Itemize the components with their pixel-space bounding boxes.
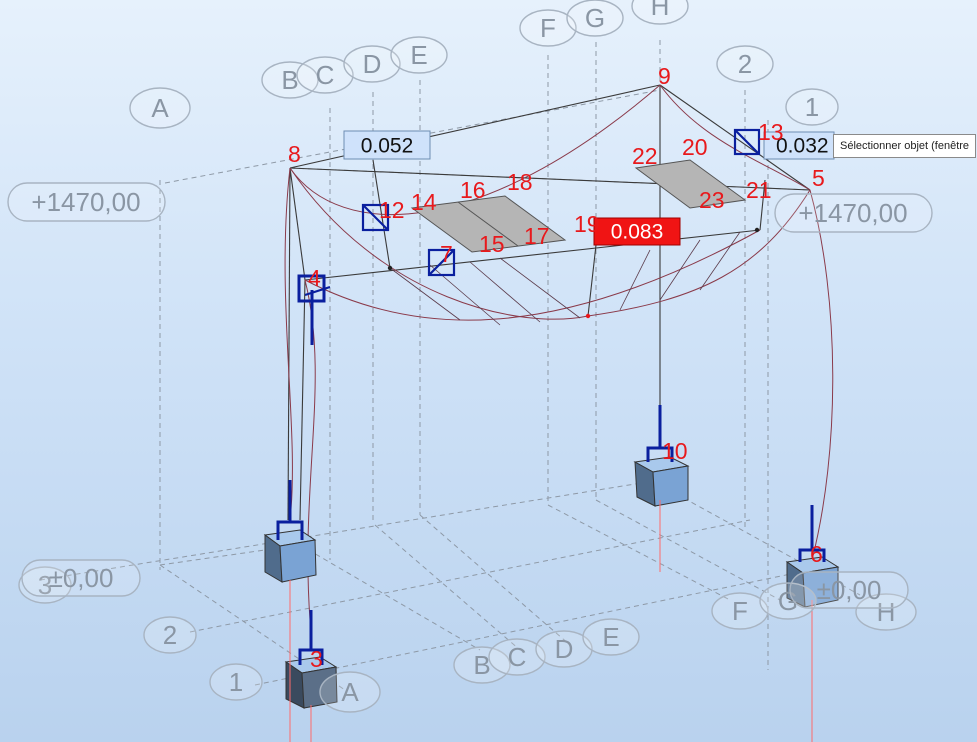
node-label: 19 xyxy=(574,211,600,237)
node-label: 7 xyxy=(440,241,453,267)
structure-view-svg[interactable]: A B C D E F G H 2 1 3 2 1 A B C D E F G … xyxy=(0,0,977,742)
level-label-top-left: +1470,00 xyxy=(7,182,166,222)
svg-text:C: C xyxy=(316,60,335,90)
grid-bubble-A-bottom: A xyxy=(319,671,381,713)
grid-bubble-1-top: 1 xyxy=(785,88,839,126)
svg-text:0.052: 0.052 xyxy=(361,135,414,158)
node-label: 22 xyxy=(632,143,658,169)
svg-text:F: F xyxy=(732,596,748,626)
grid-bubble-1-bottom: 1 xyxy=(209,663,263,701)
node-label: 13 xyxy=(758,119,784,145)
svg-text:1: 1 xyxy=(805,92,819,122)
level-label-bottom-right: ±0,00 xyxy=(789,571,909,609)
node-label: 4 xyxy=(308,265,321,291)
max-result-label: 0.083 xyxy=(593,217,681,246)
node-label: 18 xyxy=(507,169,533,195)
svg-text:H: H xyxy=(651,0,670,21)
svg-text:G: G xyxy=(585,3,605,33)
result-label: 0.052 xyxy=(343,130,431,160)
svg-text:2: 2 xyxy=(738,49,752,79)
node-label: 12 xyxy=(379,197,405,223)
grid-bubble-E-bottom: E xyxy=(582,618,640,656)
node-label: 9 xyxy=(658,63,671,89)
node-label: 14 xyxy=(411,189,437,215)
node-label: 15 xyxy=(479,231,505,257)
grid-bubble-2-top: 2 xyxy=(716,45,774,83)
svg-text:B: B xyxy=(473,650,490,680)
node-label: 8 xyxy=(288,141,301,167)
3d-structure-viewport[interactable]: A B C D E F G H 2 1 3 2 1 A B C D E F G … xyxy=(0,0,977,742)
svg-text:±0,00: ±0,00 xyxy=(817,575,882,605)
svg-text:±0,00: ±0,00 xyxy=(49,563,114,593)
svg-text:+1470,00: +1470,00 xyxy=(31,187,140,217)
grid-bubble-G-top: G xyxy=(566,0,624,37)
node-label: 16 xyxy=(460,177,486,203)
svg-text:E: E xyxy=(602,622,619,652)
svg-text:1: 1 xyxy=(229,667,243,697)
level-label-bottom-left: ±0,00 xyxy=(21,559,141,597)
node-label: 5 xyxy=(812,165,825,191)
node-label: 3 xyxy=(310,646,323,672)
svg-text:F: F xyxy=(540,13,556,43)
grid-bubble-A-top: A xyxy=(129,87,191,129)
node-label: 17 xyxy=(524,223,550,249)
node-label: 23 xyxy=(699,187,725,213)
deformed-shape xyxy=(284,84,834,621)
svg-text:+1470,00: +1470,00 xyxy=(798,198,907,228)
tooltip: Sélectionner objet (fenêtre xyxy=(833,134,977,158)
node-label: 20 xyxy=(682,134,708,160)
svg-text:E: E xyxy=(410,40,427,70)
svg-text:A: A xyxy=(341,677,359,707)
svg-text:C: C xyxy=(508,642,527,672)
svg-text:B: B xyxy=(281,65,298,95)
roof-panels[interactable] xyxy=(410,159,747,253)
svg-text:D: D xyxy=(555,634,574,664)
node-label: 10 xyxy=(662,438,688,464)
svg-text:D: D xyxy=(363,49,382,79)
svg-text:A: A xyxy=(151,93,169,123)
grid-bubble-2-bottom: 2 xyxy=(143,616,197,654)
svg-text:2: 2 xyxy=(163,620,177,650)
node-label: 21 xyxy=(746,177,772,203)
node-label: 6 xyxy=(810,541,823,567)
grid-bubble-E-top: E xyxy=(390,36,448,74)
svg-text:0.083: 0.083 xyxy=(611,221,664,244)
svg-text:0.032: 0.032 xyxy=(776,135,829,158)
level-label-top-right: +1470,00 xyxy=(774,193,933,233)
grid-bubble-H-top: H xyxy=(631,0,689,25)
